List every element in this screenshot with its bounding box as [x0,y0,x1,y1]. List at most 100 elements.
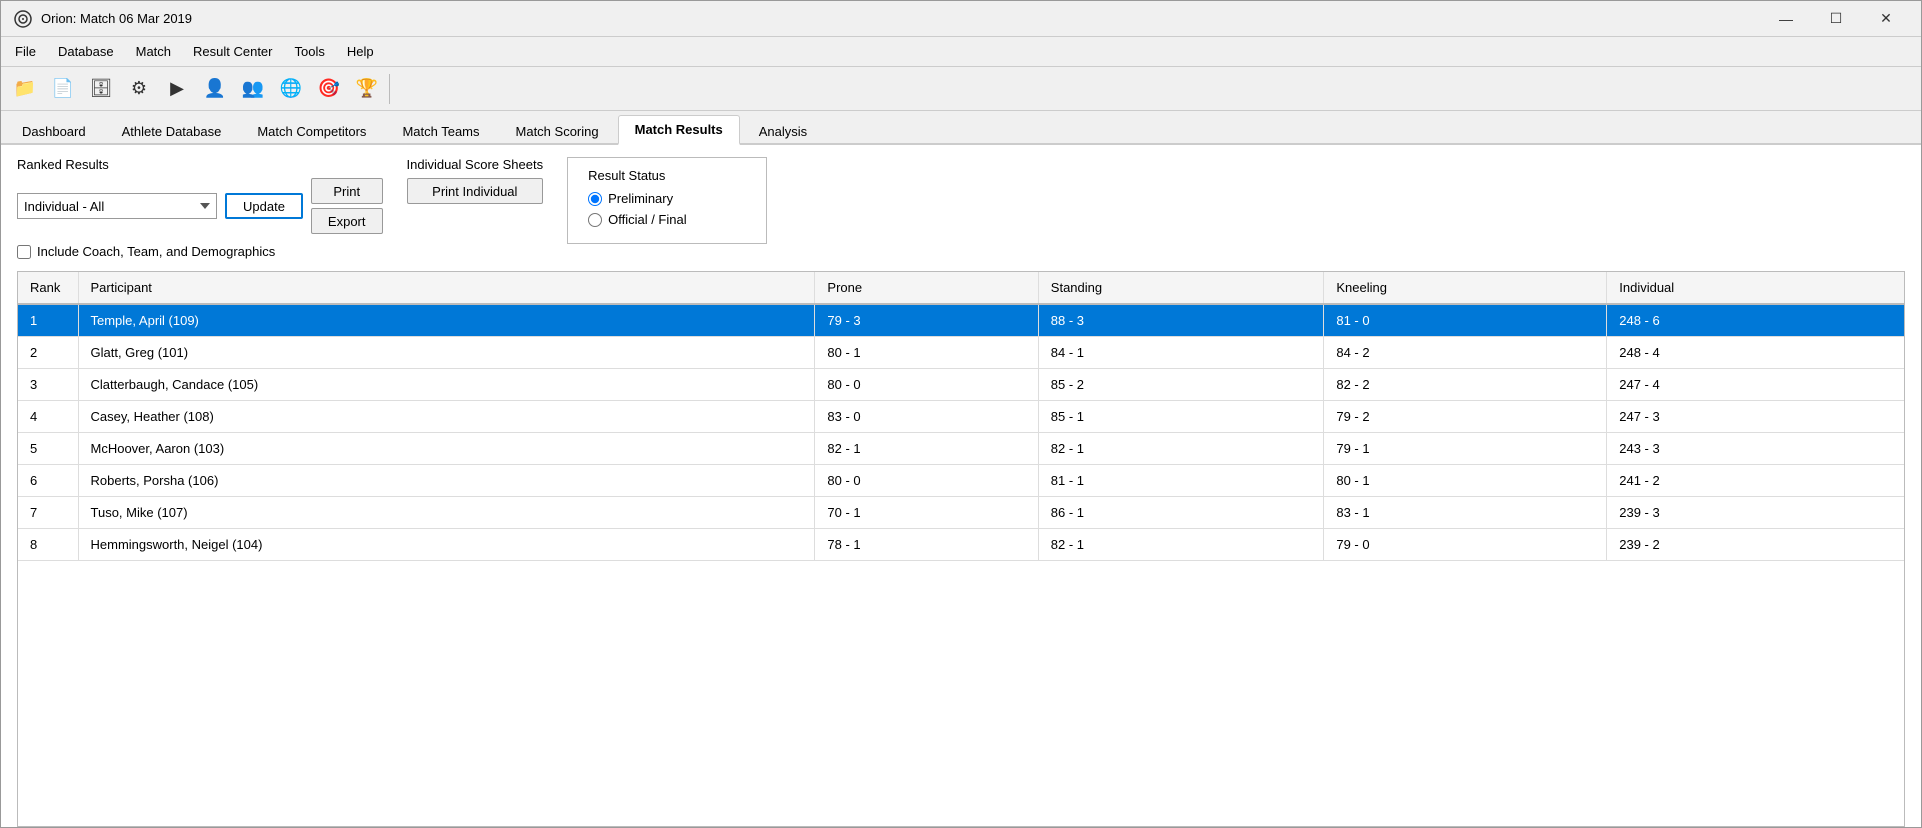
cell-participant-5: Roberts, Porsha (106) [78,465,815,497]
tab-match-competitors[interactable]: Match Competitors [240,117,383,145]
cell-participant-4: McHoover, Aaron (103) [78,433,815,465]
cell-participant-7: Hemmingsworth, Neigel (104) [78,529,815,561]
cell-prone-4: 82 - 1 [815,433,1038,465]
group-icon[interactable]: 👥 [235,71,271,107]
content-area: Ranked Results Individual - AllIndividua… [1,145,1921,827]
run-icon[interactable]: ▶ [159,71,195,107]
cell-rank-5: 6 [18,465,78,497]
cell-individual-2: 247 - 4 [1607,369,1904,401]
update-button[interactable]: Update [225,193,303,219]
tab-match-results[interactable]: Match Results [618,115,740,145]
cell-kneeling-0: 81 - 0 [1324,304,1607,337]
print-button[interactable]: Print [311,178,383,204]
cell-individual-1: 248 - 4 [1607,337,1904,369]
cell-rank-7: 8 [18,529,78,561]
ranked-results-dropdown[interactable]: Individual - AllIndividual - MaleIndivid… [17,193,217,219]
col-header-kneeling: Kneeling [1324,272,1607,304]
tab-athlete-database[interactable]: Athlete Database [105,117,239,145]
col-header-standing: Standing [1038,272,1324,304]
cell-standing-1: 84 - 1 [1038,337,1324,369]
score-sheets-group: Individual Score Sheets Print Individual [407,157,544,204]
col-header-participant: Participant [78,272,815,304]
table-row[interactable]: 1Temple, April (109)79 - 388 - 381 - 024… [18,304,1904,337]
cell-individual-0: 248 - 6 [1607,304,1904,337]
table-row[interactable]: 6Roberts, Porsha (106)80 - 081 - 180 - 1… [18,465,1904,497]
table-header-row: RankParticipantProneStandingKneelingIndi… [18,272,1904,304]
cell-kneeling-5: 80 - 1 [1324,465,1607,497]
menu-item-tools[interactable]: Tools [285,40,335,63]
cell-prone-1: 80 - 1 [815,337,1038,369]
trophy-icon[interactable]: 🏆 [349,71,385,107]
new-doc-icon[interactable]: 📄 [45,71,81,107]
cell-kneeling-1: 84 - 2 [1324,337,1607,369]
cell-individual-4: 243 - 3 [1607,433,1904,465]
cell-rank-1: 2 [18,337,78,369]
settings-icon[interactable]: ⚙ [121,71,157,107]
cell-kneeling-6: 83 - 1 [1324,497,1607,529]
table-row[interactable]: 2Glatt, Greg (101)80 - 184 - 184 - 2248 … [18,337,1904,369]
cell-prone-6: 70 - 1 [815,497,1038,529]
cell-participant-3: Casey, Heather (108) [78,401,815,433]
cell-prone-5: 80 - 0 [815,465,1038,497]
menu-bar: FileDatabaseMatchResult CenterToolsHelp [1,37,1921,67]
tab-match-scoring[interactable]: Match Scoring [499,117,616,145]
preliminary-label: Preliminary [608,191,673,206]
official-radio[interactable] [588,213,602,227]
tabs-bar: DashboardAthlete DatabaseMatch Competito… [1,111,1921,145]
add-person-icon[interactable]: 👤 [197,71,233,107]
results-table-container[interactable]: RankParticipantProneStandingKneelingIndi… [17,271,1905,827]
open-folder-icon[interactable]: 📁 [7,71,43,107]
include-checkbox-label: Include Coach, Team, and Demographics [37,244,275,259]
preliminary-row: Preliminary [588,191,746,206]
database-icon[interactable]: 🗄 [83,71,119,107]
title-bar-left: Orion: Match 06 Mar 2019 [13,9,192,29]
tab-match-teams[interactable]: Match Teams [385,117,496,145]
result-status-box: Result Status Preliminary Official / Fin… [567,157,767,244]
cell-standing-5: 81 - 1 [1038,465,1324,497]
cell-participant-2: Clatterbaugh, Candace (105) [78,369,815,401]
ranked-results-label: Ranked Results [17,157,383,172]
table-row[interactable]: 5McHoover, Aaron (103)82 - 182 - 179 - 1… [18,433,1904,465]
cell-individual-3: 247 - 3 [1607,401,1904,433]
table-row[interactable]: 3Clatterbaugh, Candace (105)80 - 085 - 2… [18,369,1904,401]
table-row[interactable]: 8Hemmingsworth, Neigel (104)78 - 182 - 1… [18,529,1904,561]
cell-participant-6: Tuso, Mike (107) [78,497,815,529]
cell-rank-6: 7 [18,497,78,529]
target-icon[interactable]: 🎯 [311,71,347,107]
title-bar: Orion: Match 06 Mar 2019 — ☐ ✕ [1,1,1921,37]
table-row[interactable]: 7Tuso, Mike (107)70 - 186 - 183 - 1239 -… [18,497,1904,529]
toolbar-separator-1 [389,74,391,104]
ranked-results-group: Ranked Results Individual - AllIndividua… [17,157,383,259]
globe-icon[interactable]: 🌐 [273,71,309,107]
cell-participant-1: Glatt, Greg (101) [78,337,815,369]
menu-item-help[interactable]: Help [337,40,384,63]
cell-standing-2: 85 - 2 [1038,369,1324,401]
tab-analysis[interactable]: Analysis [742,117,824,145]
cell-prone-3: 83 - 0 [815,401,1038,433]
main-window: Orion: Match 06 Mar 2019 — ☐ ✕ FileDatab… [0,0,1922,828]
cell-kneeling-7: 79 - 0 [1324,529,1607,561]
minimize-button[interactable]: — [1763,5,1809,33]
maximize-button[interactable]: ☐ [1813,5,1859,33]
preliminary-radio[interactable] [588,192,602,206]
result-status-label: Result Status [588,168,746,183]
menu-item-file[interactable]: File [5,40,46,63]
cell-individual-6: 239 - 3 [1607,497,1904,529]
table-row[interactable]: 4Casey, Heather (108)83 - 085 - 179 - 22… [18,401,1904,433]
menu-item-database[interactable]: Database [48,40,124,63]
cell-standing-4: 82 - 1 [1038,433,1324,465]
cell-kneeling-3: 79 - 2 [1324,401,1607,433]
menu-item-result-center[interactable]: Result Center [183,40,282,63]
ranked-results-row: Individual - AllIndividual - MaleIndivid… [17,178,383,234]
cell-standing-6: 86 - 1 [1038,497,1324,529]
tab-dashboard[interactable]: Dashboard [5,117,103,145]
export-button[interactable]: Export [311,208,383,234]
official-row: Official / Final [588,212,746,227]
cell-individual-5: 241 - 2 [1607,465,1904,497]
menu-item-match[interactable]: Match [126,40,181,63]
cell-rank-0: 1 [18,304,78,337]
include-checkbox[interactable] [17,245,31,259]
app-icon [13,9,33,29]
print-individual-button[interactable]: Print Individual [407,178,544,204]
close-button[interactable]: ✕ [1863,5,1909,33]
